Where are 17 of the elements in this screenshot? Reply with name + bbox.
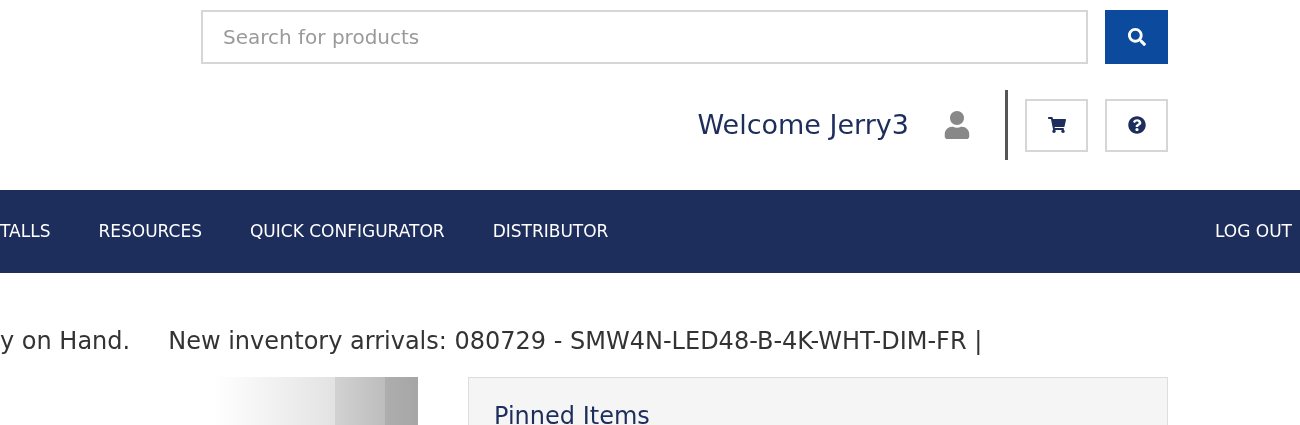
user-icon[interactable] [943, 111, 971, 139]
ticker-text: New inventory arrivals: 080729 - SMW4N-LED48-B-4K-WHT-DIM-FR | [168, 326, 983, 357]
ticker-text: y on Hand. [0, 326, 131, 357]
pinned-title: Pinned Items [494, 402, 650, 425]
logout-link[interactable]: LOG OUT [1214, 218, 1292, 245]
cart-icon [1047, 116, 1066, 134]
nav-link[interactable]: TALLS [0, 218, 51, 245]
cart-button[interactable] [1025, 98, 1088, 152]
search-button[interactable] [1105, 10, 1168, 64]
nav-link[interactable]: DISTRIBUTOR [492, 218, 609, 245]
help-button[interactable] [1105, 98, 1168, 152]
help-icon [1127, 116, 1146, 134]
welcome-text: Welcome Jerry3 [697, 107, 909, 142]
nav-link[interactable]: RESOURCES [98, 218, 202, 245]
search-icon [1127, 28, 1146, 46]
nav-link[interactable]: QUICK CONFIGURATOR [250, 218, 445, 245]
search-field[interactable]: Search for products [201, 10, 1088, 64]
